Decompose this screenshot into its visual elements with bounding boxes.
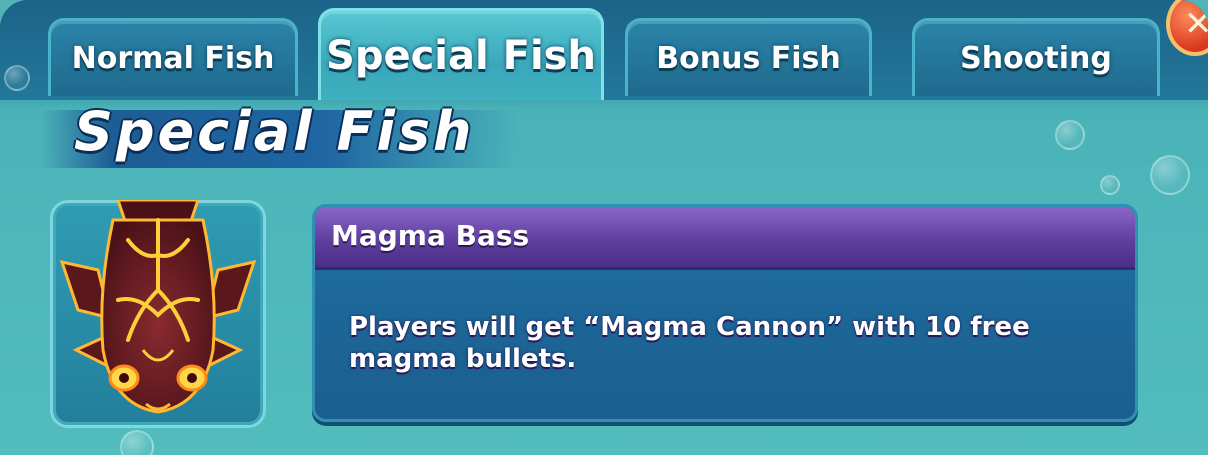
fish-name: Magma Bass: [331, 219, 530, 252]
tab-normal-fish[interactable]: Normal Fish: [48, 18, 298, 96]
magma-bass-icon: [59, 200, 257, 414]
tab-special-fish[interactable]: Special Fish: [318, 8, 604, 100]
bubble-decoration: [1100, 175, 1120, 195]
bubble-decoration: [4, 65, 30, 91]
close-icon: ✕: [1184, 4, 1208, 44]
bubble-decoration: [1055, 120, 1085, 150]
tab-shooting[interactable]: Shooting: [912, 18, 1160, 96]
bubble-decoration: [120, 430, 154, 455]
section-title: Special Fish: [74, 100, 475, 163]
fish-info-panel: Magma Bass Players will get “Magma Canno…: [312, 204, 1138, 422]
tab-bonus-fish[interactable]: Bonus Fish: [625, 18, 872, 96]
game-window: Normal Fish Special Fish Bonus Fish Shoo…: [0, 0, 1208, 455]
fish-info-header: Magma Bass: [315, 207, 1135, 270]
fish-description: Players will get “Magma Cannon” with 10 …: [349, 312, 1030, 374]
bubble-decoration: [1150, 155, 1190, 195]
